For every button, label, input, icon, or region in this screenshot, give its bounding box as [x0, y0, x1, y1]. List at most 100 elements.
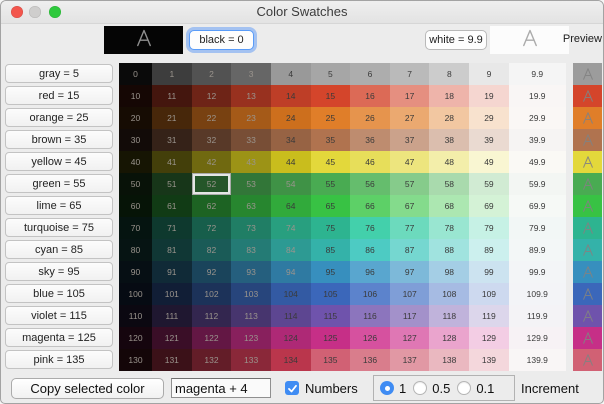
swatch-cell-93[interactable]: 93 [231, 261, 271, 283]
swatch-cell-129.9[interactable]: 129.9 [509, 327, 566, 349]
swatch-cell-92[interactable]: 92 [192, 261, 232, 283]
swatch-cell-38[interactable]: 38 [429, 129, 469, 151]
swatch-cell-98[interactable]: 98 [429, 261, 469, 283]
swatch-cell-115[interactable]: 115 [311, 305, 351, 327]
swatch-cell-69.9[interactable]: 69.9 [509, 195, 566, 217]
swatch-cell-119[interactable]: 119 [469, 305, 509, 327]
swatch-cell-35[interactable]: 35 [311, 129, 351, 151]
swatch-cell-109[interactable]: 109 [469, 283, 509, 305]
swatch-cell-14[interactable]: 14 [271, 85, 311, 107]
sidebar-item-magenta[interactable]: magenta = 125 [5, 328, 113, 347]
swatch-cell-39[interactable]: 39 [469, 129, 509, 151]
swatch-cell-99.9[interactable]: 99.9 [509, 261, 566, 283]
swatch-cell-2[interactable]: 2 [192, 63, 232, 85]
swatch-cell-40[interactable]: 40 [119, 151, 152, 173]
swatch-cell-123[interactable]: 123 [231, 327, 271, 349]
swatch-cell-118[interactable]: 118 [429, 305, 469, 327]
swatch-cell-57[interactable]: 57 [390, 173, 430, 195]
swatch-cell-24[interactable]: 24 [271, 107, 311, 129]
swatch-cell-112[interactable]: 112 [192, 305, 232, 327]
sidebar-item-violet[interactable]: violet = 115 [5, 306, 113, 325]
swatch-cell-96[interactable]: 96 [350, 261, 390, 283]
swatch-cell-132[interactable]: 132 [192, 349, 232, 371]
swatch-cell-139.9[interactable]: 139.9 [509, 349, 566, 371]
swatch-cell-41[interactable]: 41 [152, 151, 192, 173]
swatch-cell-99[interactable]: 99 [469, 261, 509, 283]
swatch-cell-37[interactable]: 37 [390, 129, 430, 151]
white-point-button[interactable]: white = 9.9 [425, 30, 487, 50]
swatch-cell-90[interactable]: 90 [119, 261, 152, 283]
swatch-cell-29[interactable]: 29 [469, 107, 509, 129]
swatch-cell-78[interactable]: 78 [429, 217, 469, 239]
swatch-cell-126[interactable]: 126 [350, 327, 390, 349]
swatch-cell-81[interactable]: 81 [152, 239, 192, 261]
swatch-cell-39.9[interactable]: 39.9 [509, 129, 566, 151]
swatch-cell-50[interactable]: 50 [119, 173, 152, 195]
swatch-cell-111[interactable]: 111 [152, 305, 192, 327]
swatch-cell-62[interactable]: 62 [192, 195, 232, 217]
close-button[interactable] [11, 6, 23, 18]
swatch-cell-82[interactable]: 82 [192, 239, 232, 261]
swatch-cell-88[interactable]: 88 [429, 239, 469, 261]
swatch-cell-19[interactable]: 19 [469, 85, 509, 107]
swatch-cell-114[interactable]: 114 [271, 305, 311, 327]
swatch-cell-108[interactable]: 108 [429, 283, 469, 305]
swatch-cell-59[interactable]: 59 [469, 173, 509, 195]
swatch-cell-36[interactable]: 36 [350, 129, 390, 151]
swatch-cell-97[interactable]: 97 [390, 261, 430, 283]
sidebar-item-cyan[interactable]: cyan = 85 [5, 240, 113, 259]
sidebar-item-yellow[interactable]: yellow = 45 [5, 152, 113, 171]
swatch-cell-138[interactable]: 138 [429, 349, 469, 371]
swatch-cell-0[interactable]: 0 [119, 63, 152, 85]
zoom-button[interactable] [49, 6, 61, 18]
swatch-cell-117[interactable]: 117 [390, 305, 430, 327]
swatch-cell-109.9[interactable]: 109.9 [509, 283, 566, 305]
swatch-cell-48[interactable]: 48 [429, 151, 469, 173]
swatch-cell-87[interactable]: 87 [390, 239, 430, 261]
swatch-cell-52[interactable]: 52 [192, 173, 232, 195]
swatch-cell-22[interactable]: 22 [192, 107, 232, 129]
swatch-cell-104[interactable]: 104 [271, 283, 311, 305]
swatch-cell-16[interactable]: 16 [350, 85, 390, 107]
swatch-cell-136[interactable]: 136 [350, 349, 390, 371]
swatch-cell-17[interactable]: 17 [390, 85, 430, 107]
sidebar-item-brown[interactable]: brown = 35 [5, 130, 113, 149]
sidebar-item-red[interactable]: red = 15 [5, 86, 113, 105]
swatch-cell-32[interactable]: 32 [192, 129, 232, 151]
swatch-cell-76[interactable]: 76 [350, 217, 390, 239]
swatch-cell-133[interactable]: 133 [231, 349, 271, 371]
swatch-cell-56[interactable]: 56 [350, 173, 390, 195]
swatch-cell-64[interactable]: 64 [271, 195, 311, 217]
swatch-cell-89[interactable]: 89 [469, 239, 509, 261]
swatch-cell-113[interactable]: 113 [231, 305, 271, 327]
swatch-cell-72[interactable]: 72 [192, 217, 232, 239]
swatch-cell-102[interactable]: 102 [192, 283, 232, 305]
swatch-cell-3[interactable]: 3 [231, 63, 271, 85]
swatch-cell-83[interactable]: 83 [231, 239, 271, 261]
swatch-cell-21[interactable]: 21 [152, 107, 192, 129]
black-point-button[interactable]: black = 0 [189, 30, 254, 50]
sidebar-item-sky[interactable]: sky = 95 [5, 262, 113, 281]
swatch-cell-79.9[interactable]: 79.9 [509, 217, 566, 239]
swatch-cell-9.9[interactable]: 9.9 [509, 63, 566, 85]
minimize-button[interactable] [29, 6, 41, 18]
numbers-checkbox[interactable] [285, 381, 299, 395]
swatch-cell-47[interactable]: 47 [390, 151, 430, 173]
sidebar-item-orange[interactable]: orange = 25 [5, 108, 113, 127]
swatch-cell-68[interactable]: 68 [429, 195, 469, 217]
swatch-cell-116[interactable]: 116 [350, 305, 390, 327]
swatch-cell-124[interactable]: 124 [271, 327, 311, 349]
swatch-cell-105[interactable]: 105 [311, 283, 351, 305]
swatch-cell-84[interactable]: 84 [271, 239, 311, 261]
swatch-cell-54[interactable]: 54 [271, 173, 311, 195]
swatch-cell-55[interactable]: 55 [311, 173, 351, 195]
swatch-cell-9[interactable]: 9 [469, 63, 509, 85]
increment-option-0.1[interactable]: 0.1 [457, 381, 494, 396]
swatch-cell-4[interactable]: 4 [271, 63, 311, 85]
swatch-cell-6[interactable]: 6 [350, 63, 390, 85]
swatch-cell-1[interactable]: 1 [152, 63, 192, 85]
swatch-cell-7[interactable]: 7 [390, 63, 430, 85]
swatch-cell-69[interactable]: 69 [469, 195, 509, 217]
swatch-cell-26[interactable]: 26 [350, 107, 390, 129]
swatch-cell-110[interactable]: 110 [119, 305, 152, 327]
